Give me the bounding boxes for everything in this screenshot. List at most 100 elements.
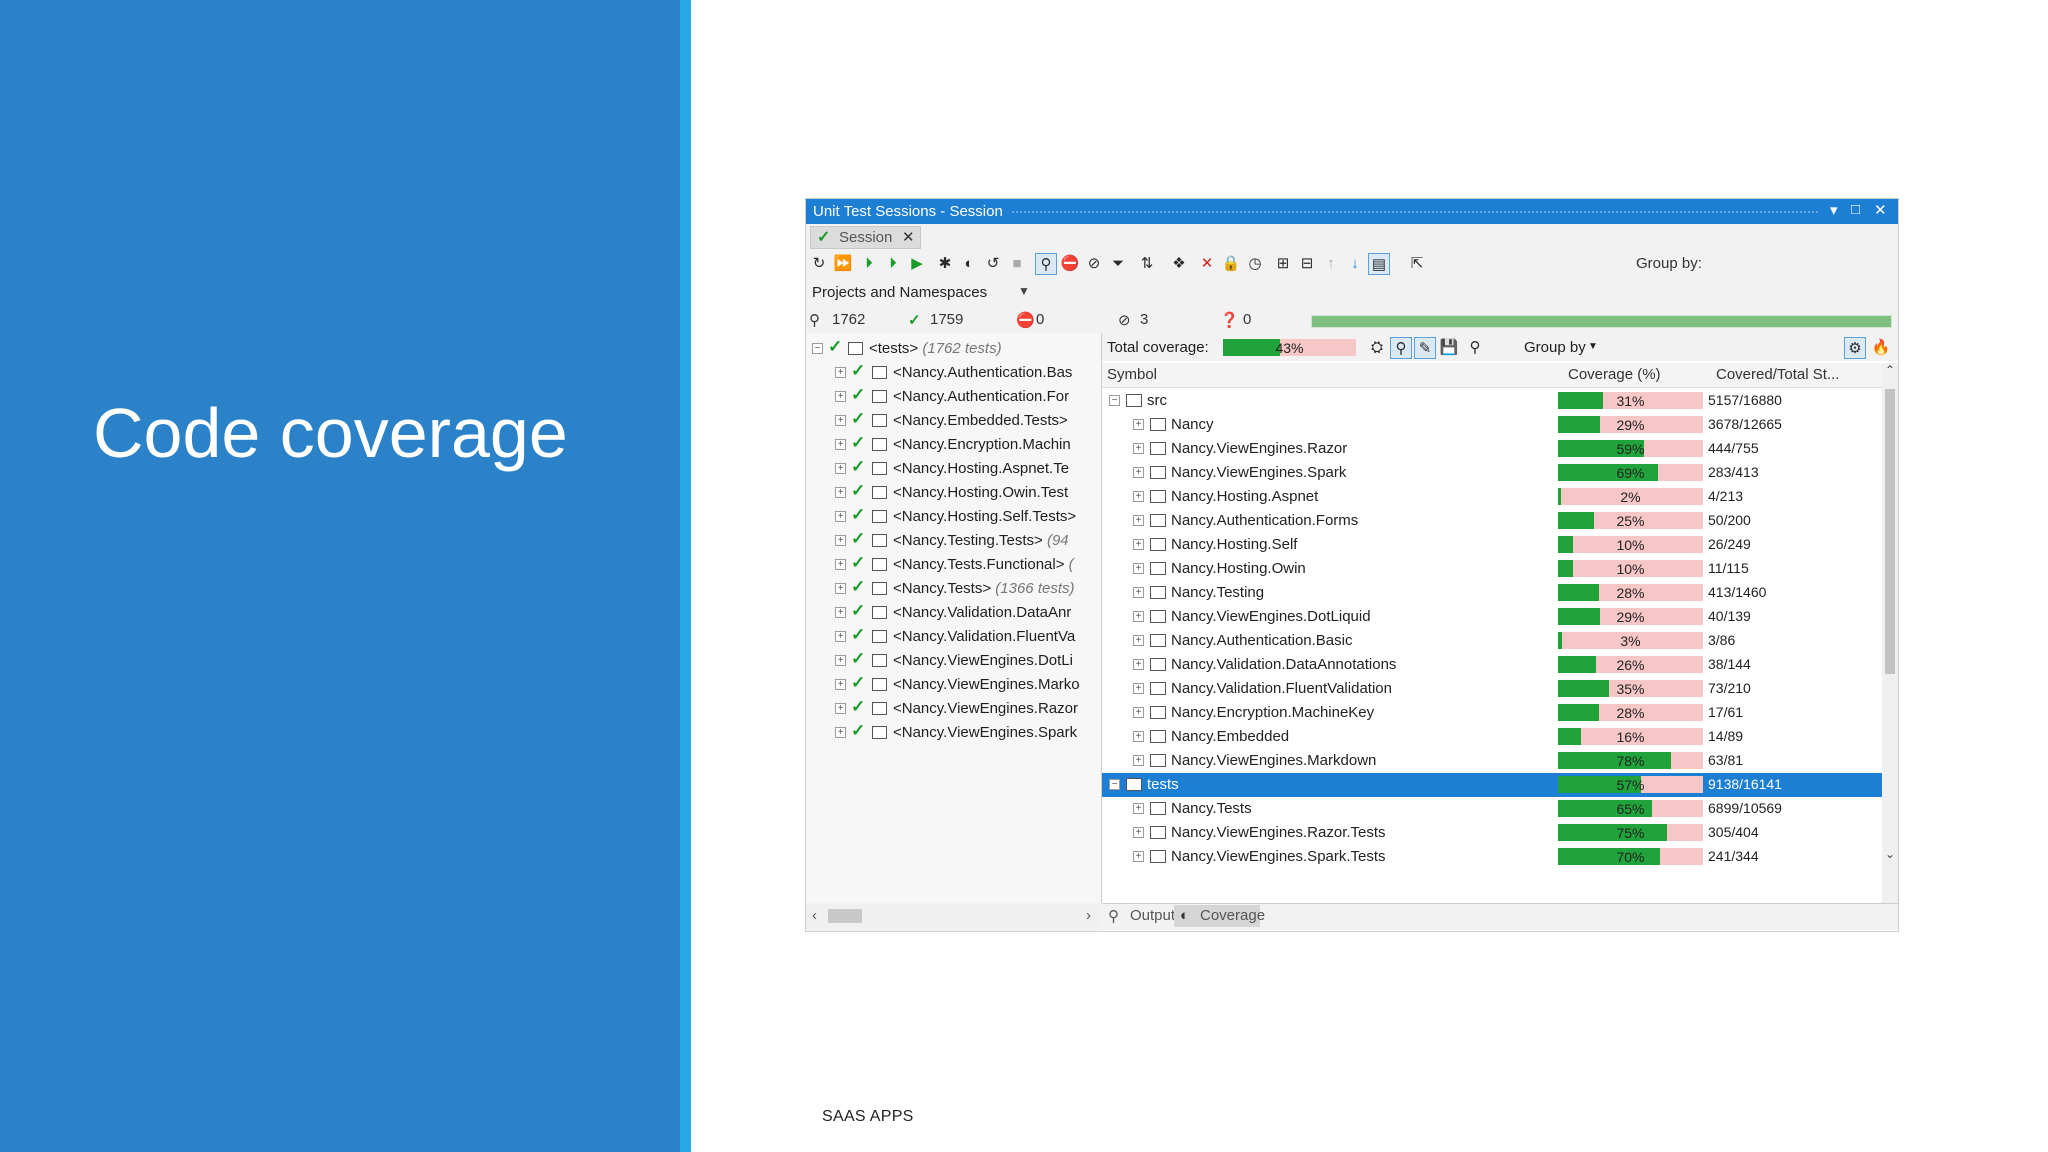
expand-icon[interactable]: + [1133,515,1144,526]
tree-item[interactable]: + ✓ <Nancy.Encryption.Machin [806,433,1101,457]
tree-item[interactable]: + ✓ <Nancy.ViewEngines.Marko [806,673,1101,697]
group-by-label[interactable]: Group by: [1636,255,1702,272]
import-icon[interactable]: ⚲ [1464,337,1486,359]
refresh-icon[interactable]: ↻ [808,253,830,275]
tree-item[interactable]: + ✓ <Nancy.Tests.Functional> ( [806,553,1101,577]
expand-icon[interactable]: + [835,439,846,450]
coverage-vertical-scrollbar[interactable]: ⌃ ⌄ [1882,363,1898,903]
collapse-icon[interactable]: − [1109,395,1120,406]
expand-icon[interactable]: + [835,703,846,714]
expand-icon[interactable]: + [835,679,846,690]
expand-icon[interactable]: + [1133,683,1144,694]
coverage-row[interactable]: + Nancy.ViewEngines.Spark.Tests 70% 241/344 [1102,845,1882,869]
expand-icon[interactable]: + [1133,803,1144,814]
run-failed-icon[interactable]: ⏵ [882,253,904,275]
tree-item[interactable]: + ✓ <Nancy.Hosting.Owin.Test [806,481,1101,505]
coverage-group-by[interactable]: Group by [1524,339,1586,356]
export-icon[interactable]: ⇱ [1406,253,1428,275]
tree-item[interactable]: + ✓ <Nancy.Hosting.Self.Tests> [806,505,1101,529]
cover-icon[interactable]: ◐ [958,253,980,275]
window-dropdown-icon[interactable]: ▾ [1830,201,1838,219]
save-icon[interactable]: 💾 [1438,337,1460,359]
tab-session[interactable]: ✓ Session ✕ [810,226,921,249]
tree-item[interactable]: + ✓ <Nancy.Testing.Tests> (94 [806,529,1101,553]
expand-all-icon[interactable]: ⊞ [1272,253,1294,275]
coverage-row[interactable]: + Nancy.Embedded 16% 14/89 [1102,725,1882,749]
scroll-down-icon[interactable]: ⌄ [1885,847,1895,861]
tab-coverage-bg[interactable]: ◐ Coverage [1174,905,1265,927]
tree-root-row[interactable]: − ✓ <tests> (1762 tests) [806,337,1101,361]
expand-icon[interactable]: + [835,487,846,498]
tree-item[interactable]: + ✓ <Nancy.Validation.FluentVa [806,625,1101,649]
expand-icon[interactable]: + [835,631,846,642]
expand-icon[interactable]: + [1133,419,1144,430]
coverage-row[interactable]: + Nancy.Hosting.Owin 10% 11/115 [1102,557,1882,581]
expand-icon[interactable]: + [1133,635,1144,646]
expand-icon[interactable]: + [1133,491,1144,502]
expand-icon[interactable]: + [1133,707,1144,718]
filter-icon[interactable]: ⏷ [1107,253,1129,275]
track-icon[interactable]: ❖ [1168,253,1190,275]
expand-icon[interactable]: + [1133,659,1144,670]
scroll-up-icon[interactable]: ⌃ [1885,363,1895,377]
expand-icon[interactable]: + [835,415,846,426]
layout-icon[interactable]: ▤ [1368,253,1390,275]
coverage-row[interactable]: + Nancy.Testing 28% 413/1460 [1102,581,1882,605]
tab-close-icon[interactable]: ✕ [902,228,915,246]
debug-icon[interactable]: ✱ [934,253,956,275]
tree-item[interactable]: + ✓ <Nancy.Authentication.For [806,385,1101,409]
show-passed-icon[interactable]: ⚲ [1035,253,1057,275]
coverage-row[interactable]: + Nancy.ViewEngines.Markdown 78% 63/81 [1102,749,1882,773]
expand-icon[interactable]: + [835,559,846,570]
highlight-icon[interactable]: ⛭ [1366,337,1388,359]
run-all-icon[interactable]: ⏩ [832,253,854,275]
expand-icon[interactable]: + [1133,851,1144,862]
projects-namespaces-dropdown[interactable]: Projects and Namespaces ▼ [810,281,1034,305]
scroll-left-icon[interactable]: ‹ [812,907,817,924]
show-covering-tests-icon[interactable]: ⚲ [1390,337,1412,359]
expand-icon[interactable]: + [1133,467,1144,478]
next-icon[interactable]: ↓ [1344,253,1366,275]
expand-icon[interactable]: + [1133,755,1144,766]
scroll-thumb[interactable] [1885,389,1895,674]
collapse-icon[interactable]: − [1109,779,1120,790]
run-icon[interactable]: ▶ [906,253,928,275]
tree-item[interactable]: + ✓ <Nancy.Embedded.Tests> [806,409,1101,433]
tree-item[interactable]: + ✓ <Nancy.ViewEngines.DotLi [806,649,1101,673]
expand-icon[interactable]: + [835,367,846,378]
lock-icon[interactable]: 🔒 [1220,253,1242,275]
tree-horizontal-scrollbar[interactable]: ‹ › [806,905,1101,927]
expand-icon[interactable]: + [1133,563,1144,574]
expand-icon[interactable]: + [1133,539,1144,550]
coverage-row[interactable]: − src 31% 5157/16880 [1102,389,1882,413]
coverage-row[interactable]: + Nancy.Hosting.Aspnet 2% 4/213 [1102,485,1882,509]
coverage-row[interactable]: + Nancy.ViewEngines.Razor.Tests 75% 305/404 [1102,821,1882,845]
run-current-icon[interactable]: ⏵ [858,253,880,275]
expand-icon[interactable]: + [835,463,846,474]
settings-icon[interactable]: ⚙ [1844,337,1866,359]
tab-coverage[interactable]: Coverage [1200,907,1265,924]
tree-item[interactable]: + ✓ <Nancy.ViewEngines.Spark [806,721,1101,745]
maximize-icon[interactable]: □ [1851,201,1860,218]
expand-icon[interactable]: + [835,391,846,402]
expand-icon[interactable]: + [835,727,846,738]
column-coverage[interactable]: Coverage (%) [1568,366,1661,383]
profile-icon[interactable]: ↺ [982,253,1004,275]
coverage-row[interactable]: + Nancy.Tests 65% 6899/10569 [1102,797,1882,821]
tree-item[interactable]: + ✓ <Nancy.Validation.DataAnr [806,601,1101,625]
expand-icon[interactable]: + [1133,827,1144,838]
column-symbol[interactable]: Symbol [1107,366,1157,383]
tab-output[interactable]: Output [1130,907,1175,924]
coverage-row[interactable]: + Nancy.ViewEngines.Spark 69% 283/413 [1102,461,1882,485]
expand-icon[interactable]: + [835,511,846,522]
column-covered-total[interactable]: Covered/Total St... [1716,366,1839,383]
show-ignored-icon[interactable]: ⊘ [1083,253,1105,275]
tree-item[interactable]: + ✓ <Nancy.Authentication.Bas [806,361,1101,385]
expand-icon[interactable]: + [1133,443,1144,454]
stop-icon[interactable]: ■ [1006,253,1028,275]
coverage-row[interactable]: + Nancy.Authentication.Basic 3% 3/86 [1102,629,1882,653]
previous-icon[interactable]: ↑ [1320,253,1342,275]
highlight-code-icon[interactable]: ✎ [1414,337,1436,359]
coverage-row[interactable]: + Nancy.Hosting.Self 10% 26/249 [1102,533,1882,557]
scroll-right-icon[interactable]: › [1086,907,1091,924]
